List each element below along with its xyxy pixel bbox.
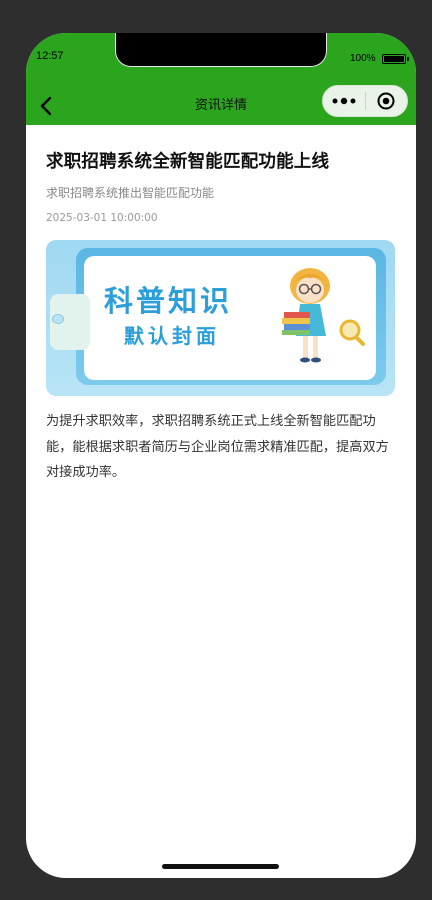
article-cover-image: 科普知识 默认封面	[46, 240, 395, 396]
more-dots-icon	[332, 97, 356, 105]
status-time: 12:57	[36, 50, 64, 62]
mini-program-capsule	[322, 85, 408, 117]
home-indicator[interactable]	[162, 864, 279, 869]
cover-subtitle: 默认封面	[124, 324, 220, 348]
article-content: 求职招聘系统全新智能匹配功能上线 求职招聘系统推出智能匹配功能 2025-03-…	[46, 125, 396, 486]
cover-title: 科普知识	[104, 284, 233, 318]
article-subtitle: 求职招聘系统推出智能匹配功能	[46, 186, 215, 200]
nav-header: 12:57 100% 资讯详情	[26, 33, 416, 125]
phone-screen: 12:57 100% 资讯详情 求职招聘系统全新智能匹配功能上线 求职招聘系统推…	[26, 33, 416, 878]
cover-tag-hole	[52, 314, 64, 324]
battery-icon	[382, 54, 406, 64]
battery-tip	[407, 57, 409, 61]
article-body: 为提升求职效率，求职招聘系统正式上线全新智能匹配功能，能根据求职者简历与企业岗位…	[46, 414, 389, 480]
battery-percent: 100%	[350, 53, 376, 64]
notch	[115, 33, 327, 67]
more-button[interactable]	[323, 86, 365, 116]
article-title: 求职招聘系统全新智能匹配功能上线	[46, 152, 330, 172]
close-mini-program-button[interactable]	[365, 86, 407, 116]
student-illustration	[282, 268, 365, 363]
article-date: 2025-03-01 10:00:00	[46, 212, 158, 224]
target-icon	[377, 92, 395, 110]
